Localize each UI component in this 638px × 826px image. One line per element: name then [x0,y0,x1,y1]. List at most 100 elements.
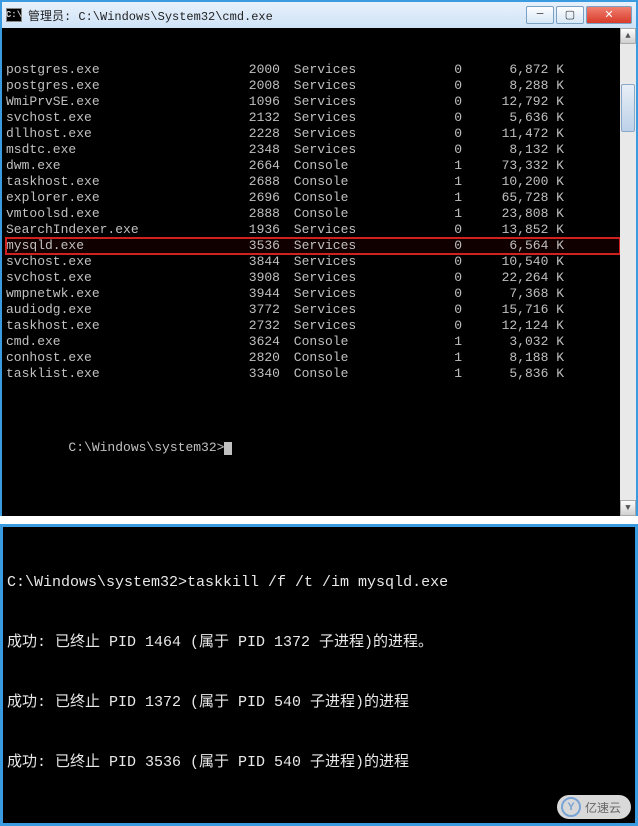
taskkill-console: C:\Windows\system32>taskkill /f /t /im m… [7,533,631,813]
process-memory: 23,808 K [462,206,572,222]
taskkill-result-line: 成功: 已终止 PID 3536 (属于 PID 540 子进程)的进程 [7,753,631,773]
process-memory: 5,636 K [462,110,572,126]
process-name: tasklist.exe [6,366,222,382]
process-session-num: 0 [366,78,462,94]
process-name: taskhost.exe [6,174,222,190]
process-session-num: 1 [366,366,462,382]
process-pid: 3944 [222,286,280,302]
process-session-num: 0 [366,110,462,126]
process-session-num: 0 [366,126,462,142]
close-button[interactable]: ✕ [586,6,632,24]
process-name: dllhost.exe [6,126,222,142]
prompt-text: C:\Windows\system32> [68,440,224,455]
process-session-num: 0 [366,254,462,270]
process-memory: 5,836 K [462,366,572,382]
process-memory: 11,472 K [462,126,572,142]
process-pid: 2696 [222,190,280,206]
minimize-button[interactable]: ─ [526,6,554,24]
process-pid: 2008 [222,78,280,94]
process-name: postgres.exe [6,62,222,78]
process-memory: 7,368 K [462,286,572,302]
process-row: conhost.exe2820 Console18,188 K [6,350,620,366]
process-name: svchost.exe [6,254,222,270]
scroll-up-button[interactable]: ▲ [620,28,636,44]
taskkill-result-line: 成功: 已终止 PID 1464 (属于 PID 1372 子进程)的进程。 [7,633,631,653]
process-pid: 1096 [222,94,280,110]
window-title: 管理员: C:\Windows\System32\cmd.exe [28,7,526,24]
process-row: postgres.exe2008 Services08,288 K [6,78,620,94]
process-session: Console [280,206,366,222]
process-memory: 8,288 K [462,78,572,94]
process-row: mysqld.exe3536 Services06,564 K [6,238,620,254]
process-name: dwm.exe [6,158,222,174]
process-row: WmiPrvSE.exe1096 Services012,792 K [6,94,620,110]
process-memory: 8,188 K [462,350,572,366]
process-pid: 2820 [222,350,280,366]
window-buttons: ─ ▢ ✕ [526,6,632,24]
process-session-num: 0 [366,62,462,78]
console-output[interactable]: postgres.exe2000 Services06,872 Kpostgre… [2,28,620,516]
process-memory: 13,852 K [462,222,572,238]
process-name: explorer.exe [6,190,222,206]
process-session: Console [280,190,366,206]
process-session: Console [280,334,366,350]
process-name: audiodg.exe [6,302,222,318]
cmd-window: C:\ 管理员: C:\Windows\System32\cmd.exe ─ ▢… [0,0,638,516]
process-session: Services [280,94,366,110]
process-name: msdtc.exe [6,142,222,158]
process-name: postgres.exe [6,78,222,94]
process-session: Services [280,222,366,238]
process-memory: 3,032 K [462,334,572,350]
process-name: taskhost.exe [6,318,222,334]
process-memory: 10,200 K [462,174,572,190]
process-memory: 65,728 K [462,190,572,206]
process-pid: 2348 [222,142,280,158]
process-row: tasklist.exe3340 Console15,836 K [6,366,620,382]
process-session-num: 0 [366,238,462,254]
process-session-num: 1 [366,334,462,350]
process-pid: 2000 [222,62,280,78]
process-session-num: 0 [366,142,462,158]
process-name: wmpnetwk.exe [6,286,222,302]
process-memory: 6,564 K [462,238,572,254]
process-row: taskhost.exe2688 Console110,200 K [6,174,620,190]
taskkill-output-panel: C:\Windows\system32>taskkill /f /t /im m… [0,524,638,826]
process-row: dwm.exe2664 Console173,332 K [6,158,620,174]
maximize-button[interactable]: ▢ [556,6,584,24]
process-name: vmtoolsd.exe [6,206,222,222]
process-session: Services [280,270,366,286]
process-session-num: 0 [366,222,462,238]
process-pid: 2228 [222,126,280,142]
scroll-down-button[interactable]: ▼ [620,500,636,516]
process-pid: 2888 [222,206,280,222]
process-session: Services [280,238,366,254]
scrollbar[interactable]: ▲ ▼ [620,28,636,516]
process-name: cmd.exe [6,334,222,350]
scroll-thumb[interactable] [621,84,635,132]
process-session-num: 0 [366,94,462,110]
process-session-num: 1 [366,174,462,190]
process-name: mysqld.exe [6,238,222,254]
scroll-track[interactable] [620,44,636,500]
process-session-num: 0 [366,318,462,334]
process-pid: 3772 [222,302,280,318]
process-row: SearchIndexer.exe1936 Services013,852 K [6,222,620,238]
taskkill-result-line: 成功: 已终止 PID 1372 (属于 PID 540 子进程)的进程 [7,693,631,713]
titlebar[interactable]: C:\ 管理员: C:\Windows\System32\cmd.exe ─ ▢… [2,2,636,28]
process-memory: 12,792 K [462,94,572,110]
prompt-line: C:\Windows\system32> [6,414,620,472]
process-row: wmpnetwk.exe3944 Services07,368 K [6,286,620,302]
process-pid: 3624 [222,334,280,350]
process-row: explorer.exe2696 Console165,728 K [6,190,620,206]
process-session-num: 0 [366,302,462,318]
process-pid: 3340 [222,366,280,382]
watermark-icon: Y [561,797,581,817]
process-session-num: 0 [366,270,462,286]
watermark-text: 亿速云 [585,799,621,816]
process-session-num: 1 [366,350,462,366]
process-name: svchost.exe [6,270,222,286]
process-pid: 2664 [222,158,280,174]
process-session: Services [280,110,366,126]
process-memory: 12,124 K [462,318,572,334]
process-pid: 2132 [222,110,280,126]
